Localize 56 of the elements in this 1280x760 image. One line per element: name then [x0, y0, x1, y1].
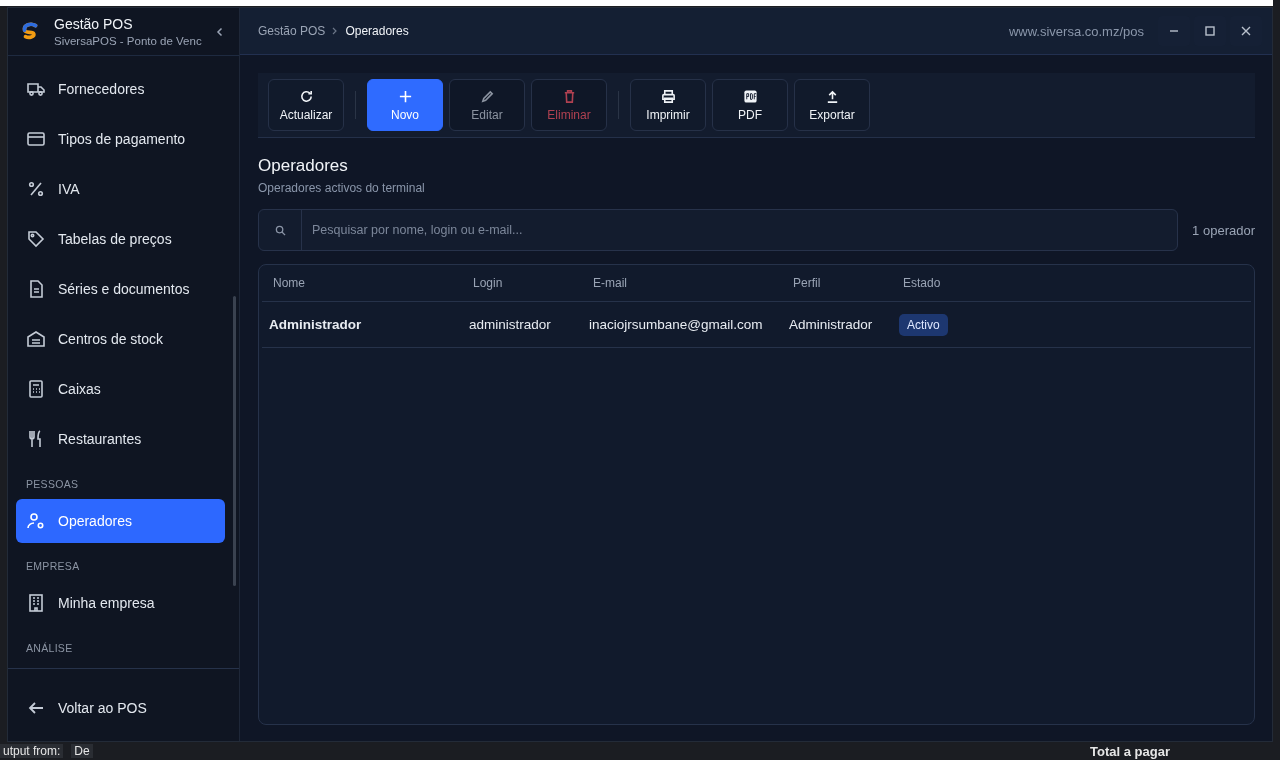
section-label: ANÁLISE	[25, 641, 74, 656]
nav-item[interactable]: Tabelas de preços	[16, 217, 225, 261]
nav-item[interactable]: Séries e documentos	[16, 267, 225, 311]
column-header[interactable]: Login	[473, 276, 593, 290]
chevron-left-icon[interactable]	[215, 26, 225, 37]
toolbar-button[interactable]: Exportar	[794, 79, 870, 131]
back-link[interactable]: Voltar ao POS	[16, 686, 225, 730]
pdf-icon	[742, 88, 758, 104]
toolbar-button[interactable]: Novo	[367, 79, 443, 131]
url-text: www.siversa.co.mz/pos	[1008, 23, 1144, 39]
nav-item[interactable]: Operadores	[16, 499, 225, 543]
percent-icon	[26, 179, 46, 199]
nav-item[interactable]: Restaurantes	[16, 417, 225, 461]
page-title: Operadores	[258, 156, 349, 176]
background-text: utput from:	[0, 744, 64, 758]
section-label: PESSOAS	[25, 477, 80, 492]
column-header[interactable]: Perfil	[793, 276, 903, 290]
nav-item[interactable]: Fornecedores	[16, 67, 225, 111]
search-icon	[274, 224, 286, 236]
building-icon	[26, 593, 46, 613]
app-title: Gestão POS	[54, 16, 134, 32]
printer-icon	[660, 88, 676, 104]
toolbar-button[interactable]: Actualizar	[268, 79, 344, 131]
background-text: Total a pagar	[1090, 743, 1170, 759]
card-icon	[26, 129, 46, 149]
background-text: De	[71, 744, 93, 758]
table-row[interactable]: Administrador administrador inaciojrsumbane@gmail.com Administrador Activo	[262, 302, 1251, 348]
breadcrumb-item[interactable]: Operadores	[345, 24, 409, 38]
tag-icon	[26, 229, 46, 249]
store-icon	[26, 329, 46, 349]
toolbar-button[interactable]: Imprimir	[630, 79, 706, 131]
table-cell-text: inaciojrsumbane@gmail.com	[589, 317, 764, 332]
table-cell-text: Administrador	[269, 317, 363, 332]
refresh-icon	[298, 88, 314, 104]
section-label: EMPRESA	[25, 559, 81, 574]
column-header[interactable]: Estado	[903, 276, 1023, 290]
plus-icon	[397, 88, 413, 104]
table-cell-text: Administrador	[789, 317, 874, 332]
maximize-icon	[1204, 25, 1216, 37]
nav-item[interactable]: IVA	[16, 167, 225, 211]
table-cell-text: administrador	[469, 317, 552, 332]
nav-item[interactable]: Caixas	[16, 367, 225, 411]
app-subtitle: SiversaPOS - Ponto de Venc	[54, 35, 203, 47]
nav-item[interactable]: Minha empresa	[16, 581, 225, 625]
result-count: 1 operador	[1192, 222, 1255, 238]
nav-item[interactable]: Tipos de pagamento	[16, 117, 225, 161]
toolbar-button[interactable]: PDF	[712, 79, 788, 131]
column-header[interactable]: Nome	[273, 276, 473, 290]
breadcrumb-item[interactable]: Gestão POS	[258, 24, 326, 38]
pencil-icon	[479, 88, 495, 104]
nav-item[interactable]: Centros de stock	[16, 317, 225, 361]
status-badge: Activo	[899, 314, 948, 336]
calculator-icon	[26, 379, 46, 399]
column-header[interactable]: E-mail	[593, 276, 793, 290]
page-subtitle: Operadores activos do terminal	[258, 181, 426, 195]
close-icon	[1240, 25, 1252, 37]
